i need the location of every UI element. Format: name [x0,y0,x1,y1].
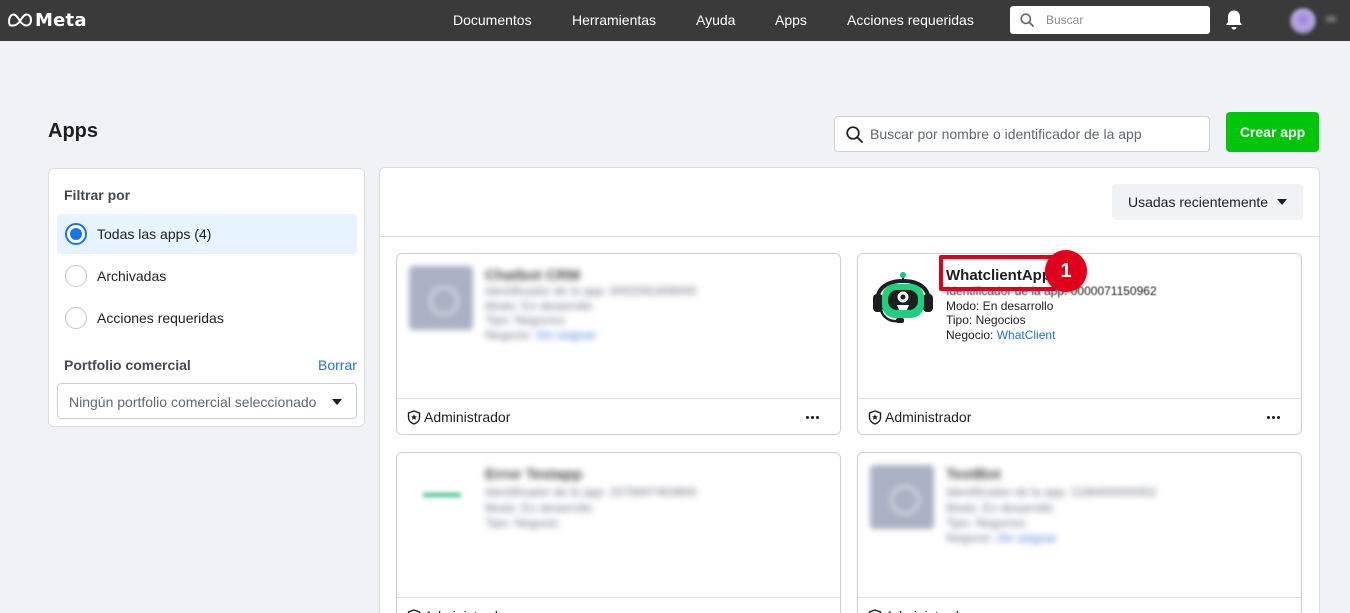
annotation-highlight-box [939,255,1056,291]
create-app-button[interactable]: Crear app [1226,112,1319,152]
app-business-label: Negocio: [485,328,533,342]
apps-list-panel: Usadas recientemente Chatbot CRM Identif… [379,167,1320,613]
app-mode: Modo: En desarrollo [485,501,593,515]
filter-option-label: Acciones requeridas [97,310,224,326]
app-id: Identificador de la app: 0002091908000 [485,284,697,298]
app-card-footer: Administrador [858,398,1301,434]
nav-herramientas[interactable]: Herramientas [572,0,656,41]
app-mode: Modo: En desarrollo [485,299,593,313]
annotation-step-badge: 1 [1045,250,1087,292]
app-role: Administrador [424,608,510,613]
user-avatar[interactable] [1290,8,1316,34]
app-id: Identificador de la app: 1168400000052 [946,485,1157,499]
filter-panel: Filtrar por Todas las apps (4) Archivada… [48,168,365,427]
admin-shield-icon [868,410,882,425]
admin-shield-icon [868,609,882,613]
nav-documentos[interactable]: Documentos [453,0,532,41]
app-card-footer: Administrador [858,597,1301,613]
app-role: Administrador [424,409,511,425]
app-role: Administrador [885,608,971,613]
app-thumbnail [423,493,461,497]
app-business-link[interactable]: Sin asignar [997,531,1057,545]
search-icon [1020,13,1034,27]
more-options-icon[interactable] [806,416,820,419]
sort-dropdown-button[interactable]: Usadas recientemente [1112,184,1303,220]
app-card-footer: Administrador [397,398,840,434]
top-search-box [1010,6,1210,34]
app-type: Tipo: Negocios [946,313,1026,327]
meta-logo-text: Meta [35,9,87,31]
clear-portfolio-link[interactable]: Borrar [318,357,357,373]
app-card-footer: Administrador [397,597,840,613]
notifications-bell-icon[interactable] [1224,9,1244,31]
portfolio-select-value: Ningún portfolio comercial seleccionado [69,394,317,410]
app-role: Administrador [885,409,972,425]
apps-search-box [834,116,1210,152]
admin-shield-icon [407,609,421,613]
search-icon [846,126,863,143]
divider [380,236,1319,237]
app-id: Identificador de la app: 2076847463800 [485,485,697,499]
portfolio-select[interactable]: Ningún portfolio comercial seleccionado [57,383,357,419]
filter-option-archived[interactable]: Archivadas [57,256,357,296]
app-business: Negocio: WhatClient [946,328,1055,342]
filter-option-label: Todas las apps (4) [97,226,212,242]
more-options-icon[interactable] [1267,416,1281,419]
app-type: Tipo: Negocios [946,516,1026,530]
sort-dropdown-label: Usadas recientemente [1128,194,1269,210]
app-card-testbot[interactable]: TestBot Identificador de la app: 1168400… [857,452,1302,613]
filter-option-all-apps[interactable]: Todas las apps (4) [57,214,357,254]
robot-app-icon [873,272,933,323]
app-type: Tipo: Negocios [485,313,565,327]
page-title: Apps [48,120,98,142]
app-business-link[interactable]: WhatClient [997,328,1056,342]
admin-shield-icon [407,410,421,425]
app-card-chatbot-crm[interactable]: Chatbot CRM Identificador de la app: 000… [396,253,841,435]
app-mode: Modo: En desarrollo [946,299,1054,313]
filter-title: Filtrar por [64,187,131,203]
app-title[interactable]: Error Testapp [485,466,582,483]
apps-search-input[interactable] [870,124,1200,144]
app-thumbnail [409,266,473,330]
radio-button[interactable] [65,307,87,329]
app-title[interactable]: Chatbot CRM [485,267,580,284]
app-title[interactable]: TestBot [946,466,1001,483]
account-menu-chevron-icon[interactable] [1326,16,1336,22]
filter-option-label: Archivadas [97,268,167,284]
filter-option-actions-required[interactable]: Acciones requeridas [57,298,357,338]
nav-acciones-requeridas[interactable]: Acciones requeridas [847,0,974,41]
meta-logo[interactable]: Meta [8,8,87,32]
caret-down-icon [1277,199,1287,205]
top-search-input[interactable] [1046,10,1201,30]
app-business-label: Negocio: [946,328,994,342]
meta-infinity-icon [8,13,32,27]
caret-down-icon [332,399,342,405]
app-business-link[interactable]: Sin asignar [536,328,596,342]
radio-button[interactable] [65,265,87,287]
app-business-label: Negocio: [946,531,994,545]
top-navigation-bar: Meta Documentos Herramientas Ayuda Apps … [0,0,1350,41]
app-thumbnail [870,465,934,529]
portfolio-title: Portfolio comercial [64,357,191,373]
app-card-error-testapp[interactable]: Error Testapp Identificador de la app: 2… [396,452,841,613]
app-mode: Modo: En desarrollo [946,501,1054,515]
nav-ayuda[interactable]: Ayuda [696,0,735,41]
radio-button-selected[interactable] [65,223,87,245]
app-type: Tipo: Negocio [485,516,559,530]
nav-apps[interactable]: Apps [775,0,807,41]
